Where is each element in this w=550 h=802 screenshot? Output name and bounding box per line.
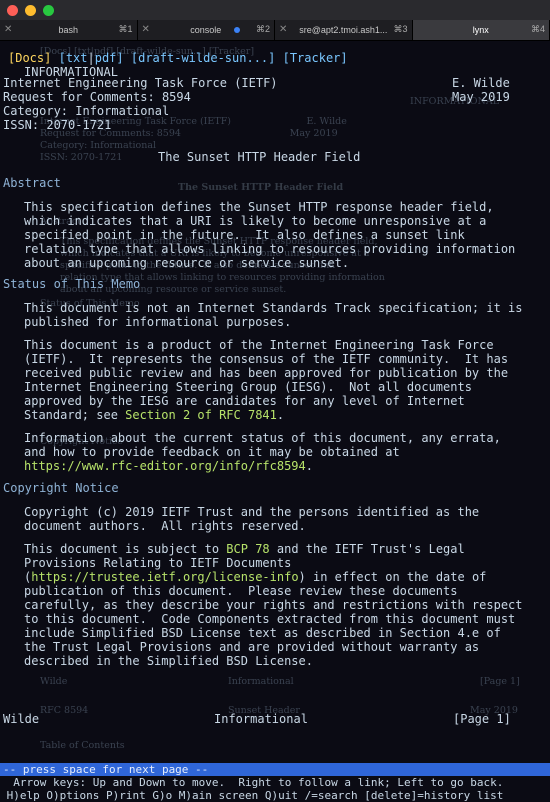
status-line: and how to provide feedback on it may be… (24, 445, 400, 459)
help-line-1: Arrow keys: Up and Down to move. Right t… (0, 776, 503, 789)
link-bcp78[interactable]: BCP 78 (226, 542, 269, 556)
tab-console[interactable]: ✕ console ⌘2 (138, 20, 276, 40)
link-tracker[interactable]: [Tracker] (283, 51, 348, 65)
status-heading: Status of This Memo (3, 277, 140, 291)
link-docs[interactable]: [Docs] (8, 51, 51, 65)
ghost-footer-center: Informational (228, 676, 294, 688)
text: . (277, 408, 284, 422)
ghost-line: Category: Informational (40, 140, 156, 152)
abstract-line: which indicates that a URI is likely to … (24, 214, 486, 228)
copyright-line: Provisions Relating to IETF Documents (24, 556, 291, 570)
text: This document is subject to (24, 542, 226, 556)
link-section-2-rfc7841[interactable]: Section 2 of RFC 7841 (125, 408, 277, 422)
abstract-line: relation type that allows linking to res… (24, 242, 515, 256)
header-left: Category: Informational (3, 104, 169, 118)
copyright-heading: Copyright Notice (3, 481, 119, 495)
close-window-button[interactable] (7, 5, 18, 16)
link-txt[interactable]: [txt (59, 51, 88, 65)
footer-right: [Page 1] (453, 712, 511, 726)
status-line: published for informational purposes. (24, 315, 291, 329)
tab-label: sre@apt2.tmoi.ash1... (299, 25, 387, 35)
abstract-line: This specification defines the Sunset HT… (24, 200, 494, 214)
status-line: This document is not an Internet Standar… (24, 301, 523, 315)
header-right: May 2019 (452, 90, 510, 104)
header-left: ISSN: 2070-1721 (3, 118, 111, 132)
abstract-heading: Abstract (3, 176, 61, 190)
terminal-viewport[interactable]: [Docs] [txt|pdf] [draft-wilde-sun...] [T… (0, 40, 550, 800)
copyright-line: carefully, as they describe your rights … (24, 598, 523, 612)
tab-sre[interactable]: ✕ sre@apt2.tmoi.ash1... ⌘3 (275, 20, 413, 40)
text: ) in effect on the date of (299, 570, 487, 584)
tab-shortcut: ⌘1 (118, 24, 132, 35)
ghost-footer-left: Wilde (40, 676, 67, 688)
header-left: Request for Comments: 8594 (3, 90, 191, 104)
link-pdf[interactable]: pdf] (95, 51, 124, 65)
ghost-line: ISSN: 2070-1721 (40, 152, 122, 164)
copyright-line: described in the Simplified BSD License. (24, 654, 313, 668)
status-line: (IETF). It represents the consensus of t… (24, 352, 508, 366)
close-tab-icon[interactable]: ✕ (279, 24, 287, 35)
status-line: Internet Engineering Steering Group (IES… (24, 380, 472, 394)
status-line: This document is a product of the Intern… (24, 338, 494, 352)
link-trustee-license-info[interactable]: https://trustee.ietf.org/license-info (31, 570, 298, 584)
footer-center: Informational (214, 712, 308, 726)
text: and the IETF Trust's Legal (270, 542, 465, 556)
close-tab-icon[interactable]: ✕ (142, 24, 150, 35)
copyright-line: (https://trustee.ietf.org/license-info) … (24, 570, 486, 584)
page-title: The Sunset HTTP Header Field (158, 150, 360, 164)
ghost-rfc: RFC 8594 (40, 705, 88, 717)
tab-shortcut: ⌘2 (256, 24, 270, 35)
ghost-title: The Sunset HTTP Header Field (178, 182, 343, 194)
ghost-footer-right: [Page 1] (480, 676, 520, 688)
footer-left: Wilde (3, 712, 39, 726)
status-prompt: -- press space for next page -- (0, 763, 208, 776)
tab-shortcut: ⌘3 (393, 24, 407, 35)
lynx-status-bar: -- press space for next page -- (0, 763, 550, 776)
copyright-line: publication of this document. Please rev… (24, 584, 457, 598)
abstract-line: about an upcoming resource or service su… (24, 256, 349, 270)
ghost-toc: Table of Contents (40, 740, 125, 752)
status-line: Standard; see Section 2 of RFC 7841. (24, 408, 284, 422)
copyright-line: Copyright (c) 2019 IETF Trust and the pe… (24, 505, 479, 519)
activity-dot-icon (234, 27, 240, 33)
tab-label: bash (58, 25, 78, 35)
terminal-tab-bar: ✕ bash ⌘1 ✕ console ⌘2 ✕ sre@apt2.tmoi.a… (0, 20, 550, 41)
tab-shortcut: ⌘4 (531, 24, 545, 35)
nav-bar: [Docs] [txt|pdf] [draft-wilde-sun...] [T… (8, 51, 348, 65)
copyright-line: document authors. All rights reserved. (24, 519, 306, 533)
copyright-line: to this document. Code Components extrac… (24, 612, 515, 626)
copyright-line: This document is subject to BCP 78 and t… (24, 542, 465, 556)
help-line-2: H)elp O)ptions P)rint G)o M)ain screen Q… (0, 789, 503, 802)
tab-lynx[interactable]: lynx ⌘4 (413, 20, 550, 40)
tab-label: console (190, 25, 221, 35)
zoom-window-button[interactable] (43, 5, 54, 16)
close-tab-icon[interactable]: ✕ (4, 24, 12, 35)
status-line: approved by the IESG are candidates for … (24, 394, 465, 408)
copyright-line: include Simplified BSD License text as d… (24, 626, 501, 640)
tab-bash[interactable]: ✕ bash ⌘1 (0, 20, 138, 40)
status-line: Information about the current status of … (24, 431, 501, 445)
status-line: https://www.rfc-editor.org/info/rfc8594. (24, 459, 313, 473)
header-left: Internet Engineering Task Force (IETF) (3, 76, 278, 90)
copyright-line: the Trust Legal Provisions and are provi… (24, 640, 479, 654)
status-line: received public review and has been appr… (24, 366, 508, 380)
text: . (306, 459, 313, 473)
window-titlebar (0, 0, 550, 21)
minimize-window-button[interactable] (25, 5, 36, 16)
text: Standard; see (24, 408, 125, 422)
header-right: E. Wilde (452, 76, 510, 90)
tab-label: lynx (473, 25, 489, 35)
abstract-line: specified point in the future. It also d… (24, 228, 465, 242)
link-draft[interactable]: [draft-wilde-sun...] (131, 51, 276, 65)
link-rfc-editor-info[interactable]: https://www.rfc-editor.org/info/rfc8594 (24, 459, 306, 473)
